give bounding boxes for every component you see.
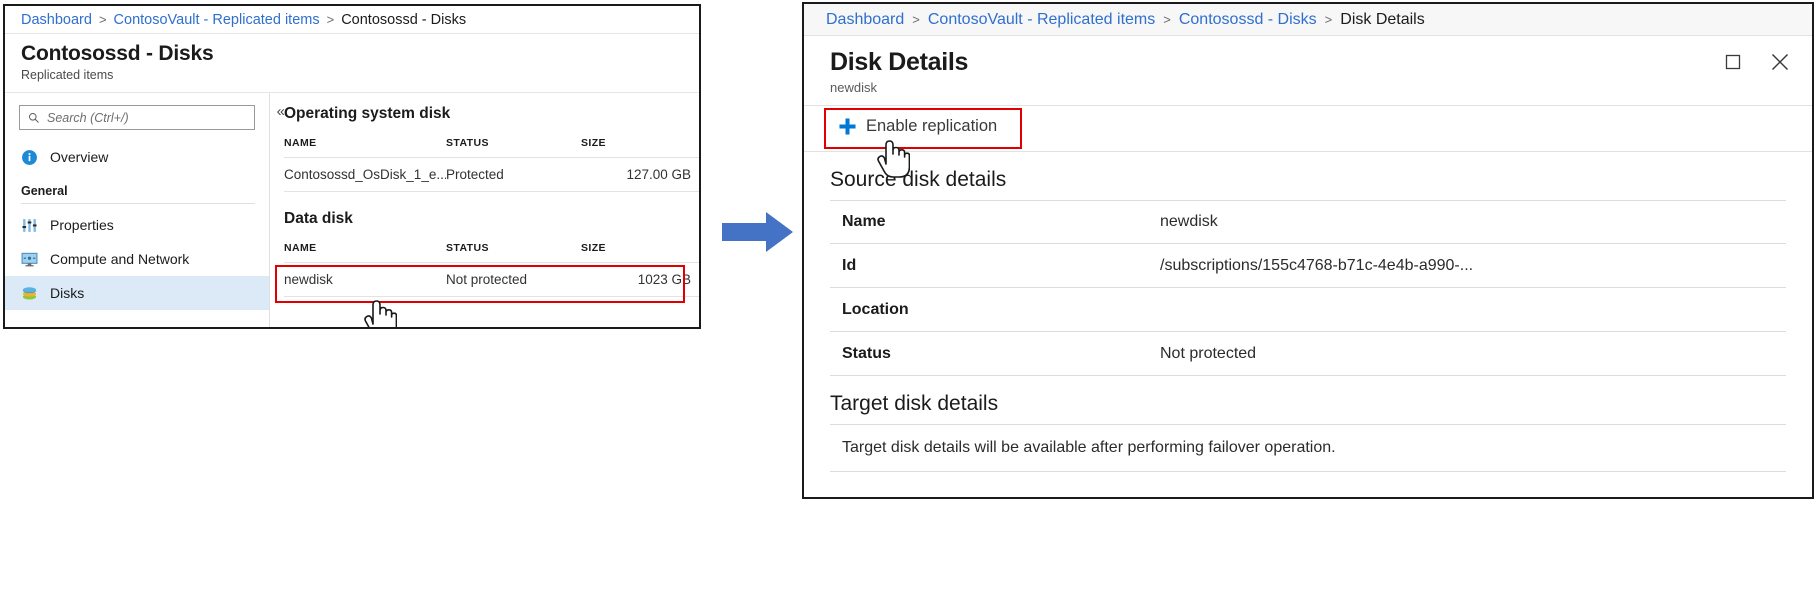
column-header-status: STATUS — [446, 242, 581, 254]
breadcrumb-separator: > — [99, 12, 107, 27]
page-subtitle: newdisk — [830, 80, 1812, 95]
search-icon — [28, 112, 40, 124]
breadcrumb-item-current: Contosossd - Disks — [341, 12, 466, 28]
sidebar-item-label: Disks — [50, 285, 84, 301]
details-body: Source disk details Name newdisk Id /sub… — [804, 152, 1812, 472]
data-disk-heading: Data disk — [284, 210, 699, 228]
window-controls — [1724, 52, 1790, 72]
command-bar: Enable replication — [804, 105, 1812, 152]
blade-body: Search (Ctrl+/) « Overview Ge — [5, 92, 699, 329]
breadcrumb: Dashboard > ContosoVault - Replicated it… — [5, 6, 699, 34]
data-disk-table: NAME STATUS SIZE newdisk Not protected 1… — [284, 242, 699, 297]
breadcrumb-item-vault[interactable]: ContosoVault - Replicated items — [114, 12, 320, 28]
sidebar-item-label: Compute and Network — [50, 251, 189, 267]
azure-disks-blade: Dashboard > ContosoVault - Replicated it… — [3, 4, 701, 329]
target-disk-details-heading: Target disk details — [830, 376, 1786, 424]
page-subtitle: Replicated items — [21, 68, 699, 82]
flow-arrow-icon — [722, 210, 794, 254]
detail-row-status: Status Not protected — [830, 332, 1786, 376]
cell-disk-name: Contosossd_OsDisk_1_e... — [284, 167, 446, 182]
sidebar-item-properties[interactable]: Properties — [5, 208, 269, 242]
table-header-row: NAME STATUS SIZE — [284, 137, 699, 157]
detail-value: /subscriptions/155c4768-b71c-4e4b-a990-.… — [1160, 257, 1786, 275]
disks-icon — [21, 285, 38, 302]
sliders-icon — [21, 217, 38, 234]
monitor-icon — [21, 251, 38, 268]
os-disk-table: NAME STATUS SIZE Contosossd_OsDisk_1_e..… — [284, 137, 699, 192]
cell-disk-name: newdisk — [284, 272, 446, 287]
sidebar-item-label: Properties — [50, 217, 114, 233]
os-disk-heading: Operating system disk — [284, 105, 699, 123]
screenshot-stage: Dashboard > ContosoVault - Replicated it… — [0, 0, 1817, 599]
breadcrumb-separator: > — [327, 12, 335, 27]
sidebar: Search (Ctrl+/) « Overview Ge — [5, 93, 270, 329]
breadcrumb-item-current: Disk Details — [1340, 11, 1424, 29]
breadcrumb-item-dashboard[interactable]: Dashboard — [21, 12, 92, 28]
blade-header: Disk Details newdisk — [804, 36, 1812, 105]
breadcrumb-separator: > — [912, 12, 920, 27]
breadcrumb-item-disks[interactable]: Contosossd - Disks — [1179, 11, 1317, 29]
source-disk-details-heading: Source disk details — [830, 152, 1786, 200]
cell-disk-size: 127.00 GB — [581, 167, 691, 182]
cell-disk-size: 1023 GB — [581, 272, 691, 287]
detail-value: Not protected — [1160, 345, 1786, 363]
page-title: Disk Details — [830, 48, 1812, 77]
detail-key: Id — [830, 257, 1160, 275]
page-title: Contosossd - Disks — [21, 42, 699, 66]
detail-key: Name — [830, 213, 1160, 231]
breadcrumb-separator: > — [1325, 12, 1333, 27]
table-row[interactable]: Contosossd_OsDisk_1_e... Protected 127.0… — [284, 157, 699, 192]
sidebar-item-compute-and-network[interactable]: Compute and Network — [5, 242, 269, 276]
detail-key: Location — [830, 301, 1160, 319]
detail-row-id: Id /subscriptions/155c4768-b71c-4e4b-a99… — [830, 244, 1786, 288]
search-input[interactable]: Search (Ctrl+/) — [19, 105, 255, 130]
disk-details-blade: Dashboard > ContosoVault - Replicated it… — [802, 2, 1814, 499]
column-header-status: STATUS — [446, 137, 581, 149]
close-icon[interactable] — [1770, 52, 1790, 72]
sidebar-divider — [21, 203, 255, 204]
target-disk-note: Target disk details will be available af… — [830, 424, 1786, 472]
column-header-name: NAME — [284, 137, 446, 149]
info-icon — [21, 149, 38, 166]
enable-replication-highlight — [824, 108, 1022, 149]
detail-row-location: Location — [830, 288, 1786, 332]
breadcrumb: Dashboard > ContosoVault - Replicated it… — [804, 4, 1812, 36]
column-header-name: NAME — [284, 242, 446, 254]
detail-key: Status — [830, 345, 1160, 363]
cell-disk-status: Not protected — [446, 272, 581, 287]
search-wrapper: Search (Ctrl+/) « — [5, 93, 269, 130]
table-row[interactable]: newdisk Not protected 1023 GB — [284, 262, 699, 297]
breadcrumb-item-dashboard[interactable]: Dashboard — [826, 11, 904, 29]
column-header-size: SIZE — [581, 137, 691, 149]
sidebar-item-label: Overview — [50, 149, 108, 165]
disks-content: Operating system disk NAME STATUS SIZE C… — [270, 93, 699, 329]
search-placeholder: Search (Ctrl+/) — [47, 111, 129, 125]
column-header-size: SIZE — [581, 242, 691, 254]
table-header-row: NAME STATUS SIZE — [284, 242, 699, 262]
maximize-icon[interactable] — [1724, 53, 1742, 71]
cell-disk-status: Protected — [446, 167, 581, 182]
breadcrumb-separator: > — [1163, 12, 1171, 27]
sidebar-group-general: General — [5, 174, 269, 203]
detail-value: newdisk — [1160, 213, 1786, 231]
sidebar-item-overview[interactable]: Overview — [5, 140, 269, 174]
sidebar-item-disks[interactable]: Disks — [5, 276, 269, 310]
blade-title-block: Contosossd - Disks Replicated items — [5, 34, 699, 92]
breadcrumb-item-vault[interactable]: ContosoVault - Replicated items — [928, 11, 1155, 29]
detail-row-name: Name newdisk — [830, 200, 1786, 244]
